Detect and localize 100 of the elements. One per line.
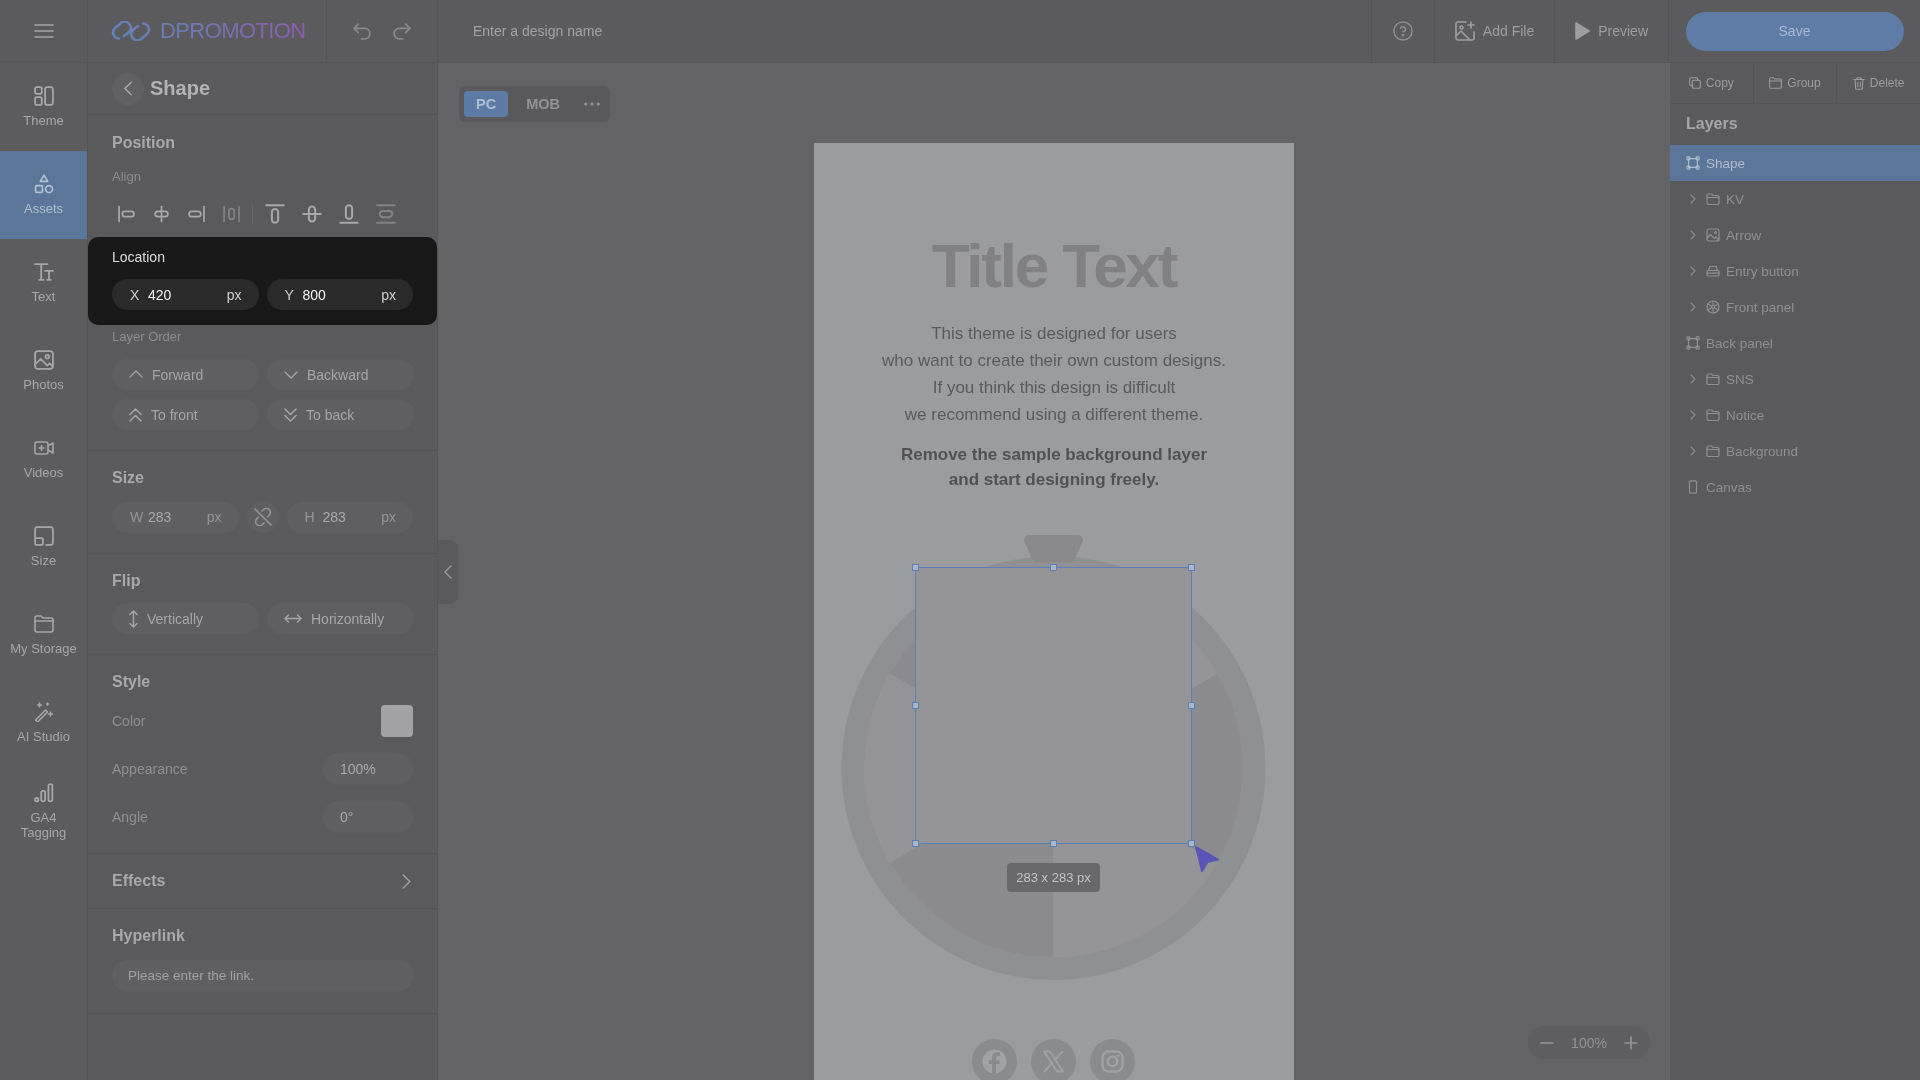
resize-handle[interactable]	[1188, 564, 1195, 571]
resize-handle[interactable]	[1188, 702, 1195, 709]
bar-chart-icon	[33, 782, 54, 803]
chevron-right-icon[interactable]	[1690, 230, 1696, 240]
add-file-button[interactable]: Add File	[1434, 0, 1556, 62]
play-icon	[1575, 22, 1591, 40]
undo-icon[interactable]	[353, 22, 371, 40]
preview-button[interactable]: Preview	[1555, 0, 1669, 62]
x-logo-icon[interactable]	[1031, 1039, 1076, 1080]
angle-field[interactable]: 0°	[323, 801, 413, 833]
magic-wand-icon	[33, 702, 54, 722]
color-swatch[interactable]	[381, 705, 413, 737]
double-chevron-down-icon	[284, 407, 297, 422]
effects-button[interactable]: Effects	[88, 854, 437, 909]
align-left-icon[interactable]	[118, 204, 136, 224]
sidebar-item[interactable]: Photos	[0, 327, 87, 415]
folder-icon	[1706, 372, 1720, 386]
panel-title: Layers	[1686, 114, 1738, 134]
sidebar-item[interactable]: Assets	[0, 151, 87, 239]
size-tooltip: 283 x 283 px	[1007, 863, 1100, 892]
x-position-field[interactable]: X 420 px	[112, 279, 259, 310]
resize-handle[interactable]	[912, 564, 919, 571]
align-center-icon[interactable]	[153, 204, 171, 224]
collapse-panel-button[interactable]	[438, 540, 458, 604]
align-top-icon[interactable]	[265, 204, 285, 224]
help-icon[interactable]	[1392, 21, 1413, 41]
chevron-right-icon[interactable]	[1690, 374, 1696, 384]
field-label: Location	[112, 249, 165, 265]
device-tab[interactable]: PC	[464, 91, 509, 117]
chevron-right-icon[interactable]	[1690, 410, 1696, 420]
unlink-button[interactable]	[246, 501, 279, 533]
instagram-icon[interactable]	[1090, 1039, 1135, 1080]
save-button[interactable]: Save	[1685, 11, 1904, 51]
video-icon	[33, 438, 54, 458]
phone-outline-icon	[1686, 480, 1700, 494]
group-button[interactable]: Group	[1753, 63, 1838, 103]
sidebar-item[interactable]: Text	[0, 239, 87, 327]
grid-icon	[33, 86, 54, 106]
folder-icon	[1706, 192, 1720, 206]
chevron-right-icon[interactable]	[1690, 194, 1696, 204]
chevron-right-icon[interactable]	[1690, 266, 1696, 276]
link-field[interactable]: Please enter the link.	[112, 960, 414, 991]
appearance-field[interactable]: 100%	[323, 753, 413, 785]
backward-button[interactable]: Backward	[267, 359, 414, 390]
align-right-icon[interactable]	[188, 204, 206, 224]
resize-handle[interactable]	[912, 840, 919, 847]
forward-button[interactable]: Forward	[112, 359, 259, 390]
chevron-left-icon	[444, 565, 452, 579]
frame-icon	[1686, 336, 1700, 350]
copy-button[interactable]: Copy	[1670, 63, 1754, 103]
section-heading: Style	[112, 672, 151, 692]
sidebar-item[interactable]: Theme	[0, 63, 87, 151]
sidebar-item[interactable]: Size	[0, 503, 87, 591]
redo-icon[interactable]	[393, 22, 411, 40]
copy-icon	[1688, 77, 1701, 89]
folder-icon	[1769, 77, 1783, 89]
chevron-right-icon	[402, 873, 411, 889]
flip-vertical-button[interactable]: Vertically	[112, 603, 259, 634]
note-text: Remove the sample background layer and start designing freely.	[900, 444, 1208, 491]
menu-icon[interactable]	[33, 24, 54, 38]
chevron-right-icon[interactable]	[1690, 302, 1696, 312]
layer-item[interactable]: Shape	[1670, 145, 1920, 181]
flip-horizontal-button[interactable]: Horizontally	[267, 603, 414, 634]
minus-icon[interactable]	[1540, 1041, 1554, 1044]
image-add-icon	[1454, 21, 1475, 41]
folder-icon	[33, 614, 54, 634]
to-front-button[interactable]: To front	[112, 399, 259, 430]
resize-handle[interactable]	[912, 702, 919, 709]
resize-handle[interactable]	[1188, 840, 1195, 847]
delete-button[interactable]: Delete	[1837, 63, 1920, 103]
sidebar-item[interactable]: AI Studio	[0, 679, 87, 767]
device-tab[interactable]: MOB	[514, 91, 572, 117]
sidebar-item[interactable]: GA4 Tagging	[0, 767, 87, 855]
design-name-field[interactable]: Enter a design name	[473, 20, 893, 42]
chevron-left-icon	[123, 81, 133, 96]
chevron-right-icon[interactable]	[1690, 446, 1696, 456]
ellipsis-icon[interactable]	[584, 102, 600, 106]
chain-link-icon	[111, 21, 151, 41]
folder-icon	[1706, 408, 1720, 422]
align-middle-icon[interactable]	[302, 204, 322, 224]
back-button[interactable]	[112, 72, 144, 105]
body-text: This theme is designed for users who want to create their own custom designs. If you think this design is difficult we recommend using a different theme.	[882, 323, 1226, 426]
plus-icon[interactable]	[1624, 1035, 1638, 1050]
cursor-icon	[1194, 845, 1220, 873]
to-back-button[interactable]: To back	[267, 399, 414, 430]
align-bottom-icon[interactable]	[339, 204, 359, 224]
resize-handle[interactable]	[1050, 840, 1057, 847]
unlink-icon	[253, 508, 272, 526]
section-heading: Position	[112, 133, 176, 153]
resize-icon	[33, 526, 54, 546]
section-heading: Size	[112, 468, 144, 488]
double-chevron-up-icon	[129, 407, 142, 422]
frame-icon	[1686, 156, 1700, 170]
sidebar-item[interactable]: My Storage	[0, 591, 87, 679]
image-icon	[1706, 228, 1720, 242]
sidebar-item[interactable]: Videos	[0, 415, 87, 503]
resize-handle[interactable]	[1050, 564, 1057, 571]
chevron-down-icon	[284, 370, 298, 379]
shapes-icon	[33, 174, 54, 194]
y-position-field[interactable]: Y 800 px	[266, 279, 413, 310]
